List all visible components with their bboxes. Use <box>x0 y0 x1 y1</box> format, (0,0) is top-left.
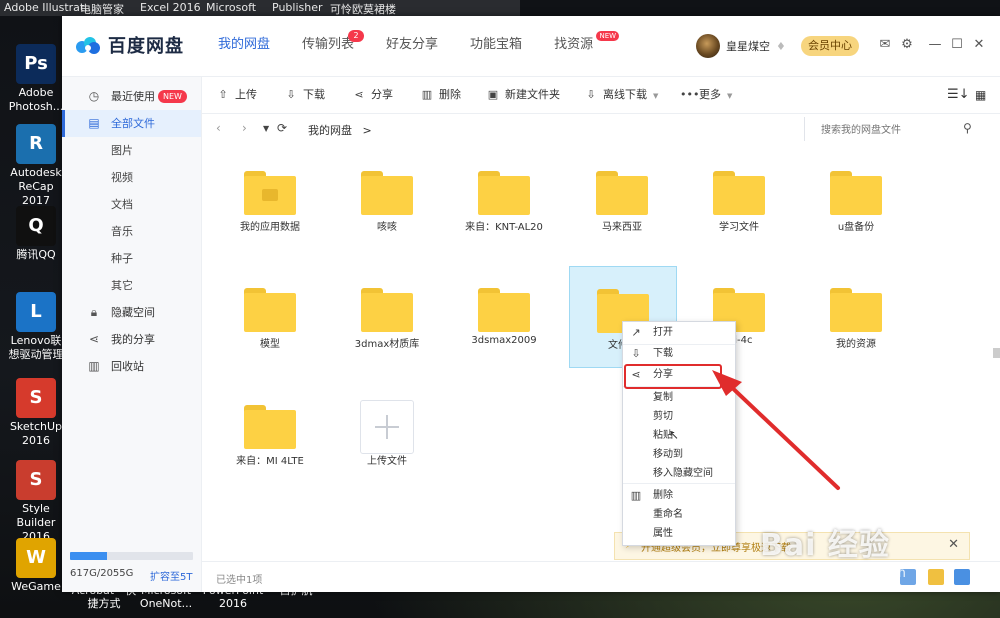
scrollbar[interactable] <box>993 348 1000 358</box>
watermark-url: jingyan.baidu.com <box>770 566 907 581</box>
watermark-logo: Bai 经验 <box>760 528 890 563</box>
